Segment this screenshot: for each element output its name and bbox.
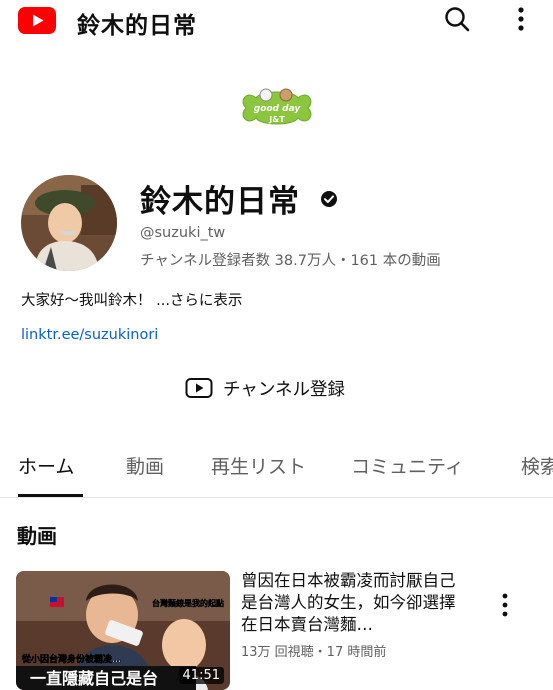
channel-logo-text-bottom: J&T <box>268 115 285 124</box>
top-app-bar: 鈴木的日常 <box>0 0 553 42</box>
avatar[interactable] <box>21 175 117 271</box>
tab-home[interactable]: ホーム <box>18 452 74 479</box>
tab-community[interactable]: コミュニティ <box>351 452 464 479</box>
video-more-icon[interactable] <box>495 592 515 618</box>
thumbnail-caption-big: 一直隱藏自己是台 <box>30 669 158 688</box>
tab-videos[interactable]: 動画 <box>126 452 164 479</box>
video-title[interactable]: 曾因在日本被霸凌而討厭自己是台灣人的女生，如今卻選擇在日本賣台灣麵… <box>241 570 471 636</box>
verified-badge-icon <box>321 191 337 207</box>
channel-tabs: ホーム 動画 再生リスト コミュニティ 検索 <box>0 440 553 498</box>
subscribe-icon <box>185 378 213 398</box>
channel-stats: チャンネル登録者数 38.7万人・161 本の動画 <box>140 253 441 269</box>
video-duration: 41:51 <box>178 667 224 684</box>
channel-logo-text-top: good day <box>254 104 302 114</box>
channel-external-link[interactable]: linktr.ee/suzukinori <box>21 327 158 343</box>
subscribe-button[interactable]: チャンネル登録 <box>185 371 345 405</box>
search-icon[interactable] <box>443 5 471 33</box>
top-bar-title: 鈴木的日常 <box>77 13 197 39</box>
tab-playlists[interactable]: 再生リスト <box>211 452 306 479</box>
tab-search[interactable]: 検索 <box>521 452 553 479</box>
section-title-videos: 動画 <box>17 524 57 548</box>
more-vert-icon[interactable] <box>509 5 533 33</box>
show-more-link[interactable]: ...さらに表示 <box>156 293 242 309</box>
active-tab-indicator <box>18 494 83 497</box>
thumbnail-caption-mid: 從小因台灣身份被霸凌… <box>21 653 121 665</box>
youtube-logo[interactable] <box>18 7 56 34</box>
subscribe-label: チャンネル登録 <box>223 379 345 400</box>
channel-description[interactable]: 大家好〜我叫鈴木！ ...さらに表示 <box>21 289 242 310</box>
channel-logo: good day J&T <box>242 88 312 125</box>
channel-handle: @suzuki_tw <box>140 225 226 241</box>
thumbnail-caption-top: 台灣麵線是我的起點 <box>152 598 224 608</box>
video-thumbnail[interactable]: 台灣麵線是我的起點 從小因台灣身份被霸凌… 一直隱藏自己是台 41:51 <box>16 571 230 690</box>
channel-name: 鈴木的日常 <box>140 184 300 220</box>
video-meta: 13万 回視聴・17 時間前 <box>241 645 387 660</box>
channel-description-text: 大家好〜我叫鈴木！ <box>21 293 152 309</box>
